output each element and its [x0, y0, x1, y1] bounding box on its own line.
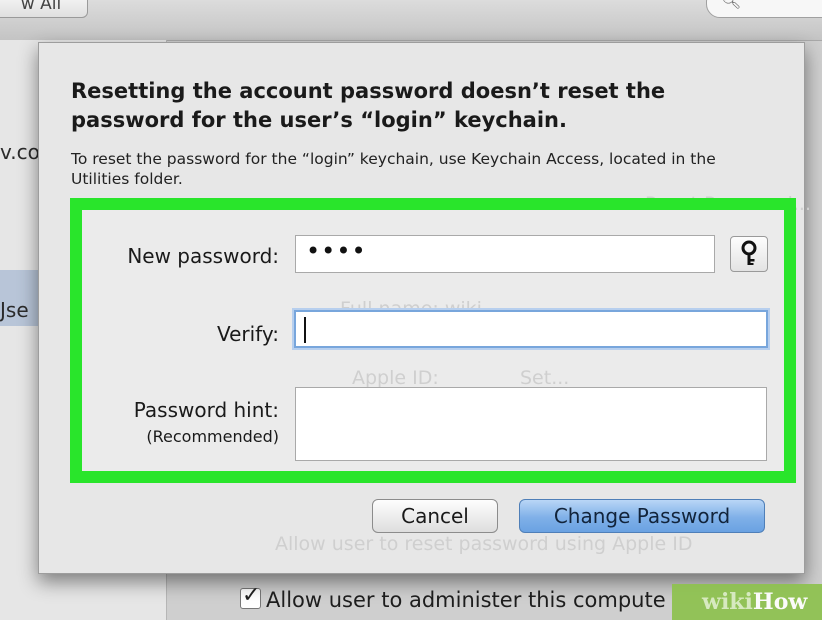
administer-checkbox-label: Allow user to administer this compute — [266, 588, 666, 612]
search-icon: 🔍︎ — [721, 0, 742, 10]
hint-sublabel: (Recommended) — [146, 427, 279, 446]
text-caret — [304, 317, 306, 343]
window-toolbar: w All 🔍︎ — [0, 0, 822, 41]
password-hint-field[interactable] — [295, 387, 767, 461]
watermark-wiki: wiki — [702, 589, 753, 615]
key-icon — [741, 240, 757, 265]
dialog-title: Resetting the account password doesn’t r… — [71, 79, 666, 132]
ghost-allow-reset: Allow user to reset password using Apple… — [275, 533, 693, 555]
password-fields-highlight: Full name: wiki Apple ID: Set... New pas… — [70, 198, 796, 483]
hint-label: Password hint: — [133, 398, 279, 422]
sidebar-fragment-1: v.co — [0, 140, 40, 164]
sidebar-fragment-2: Jse — [0, 298, 29, 322]
new-password-value: •••• — [306, 237, 367, 265]
wikihow-watermark: wikiHow — [672, 584, 822, 620]
show-all-button[interactable]: w All — [0, 0, 88, 18]
verify-label: Verify: — [216, 322, 279, 346]
ghost-set: Set... — [520, 367, 570, 389]
cancel-button[interactable]: Cancel — [372, 499, 498, 533]
new-password-field[interactable]: •••• — [295, 235, 715, 273]
checkbox-checked-icon — [240, 583, 261, 609]
search-field[interactable]: 🔍︎ — [706, 0, 822, 18]
ghost-apple-id: Apple ID: — [352, 367, 439, 389]
administer-checkbox[interactable]: Allow user to administer this compute — [240, 583, 666, 612]
verify-field[interactable] — [294, 310, 768, 348]
watermark-how: How — [752, 589, 808, 615]
change-password-button[interactable]: Change Password — [519, 499, 765, 533]
new-password-label: New password: — [127, 244, 279, 268]
password-assistant-button[interactable] — [730, 236, 768, 272]
dialog-message: To reset the password for the “login” ke… — [71, 150, 716, 188]
